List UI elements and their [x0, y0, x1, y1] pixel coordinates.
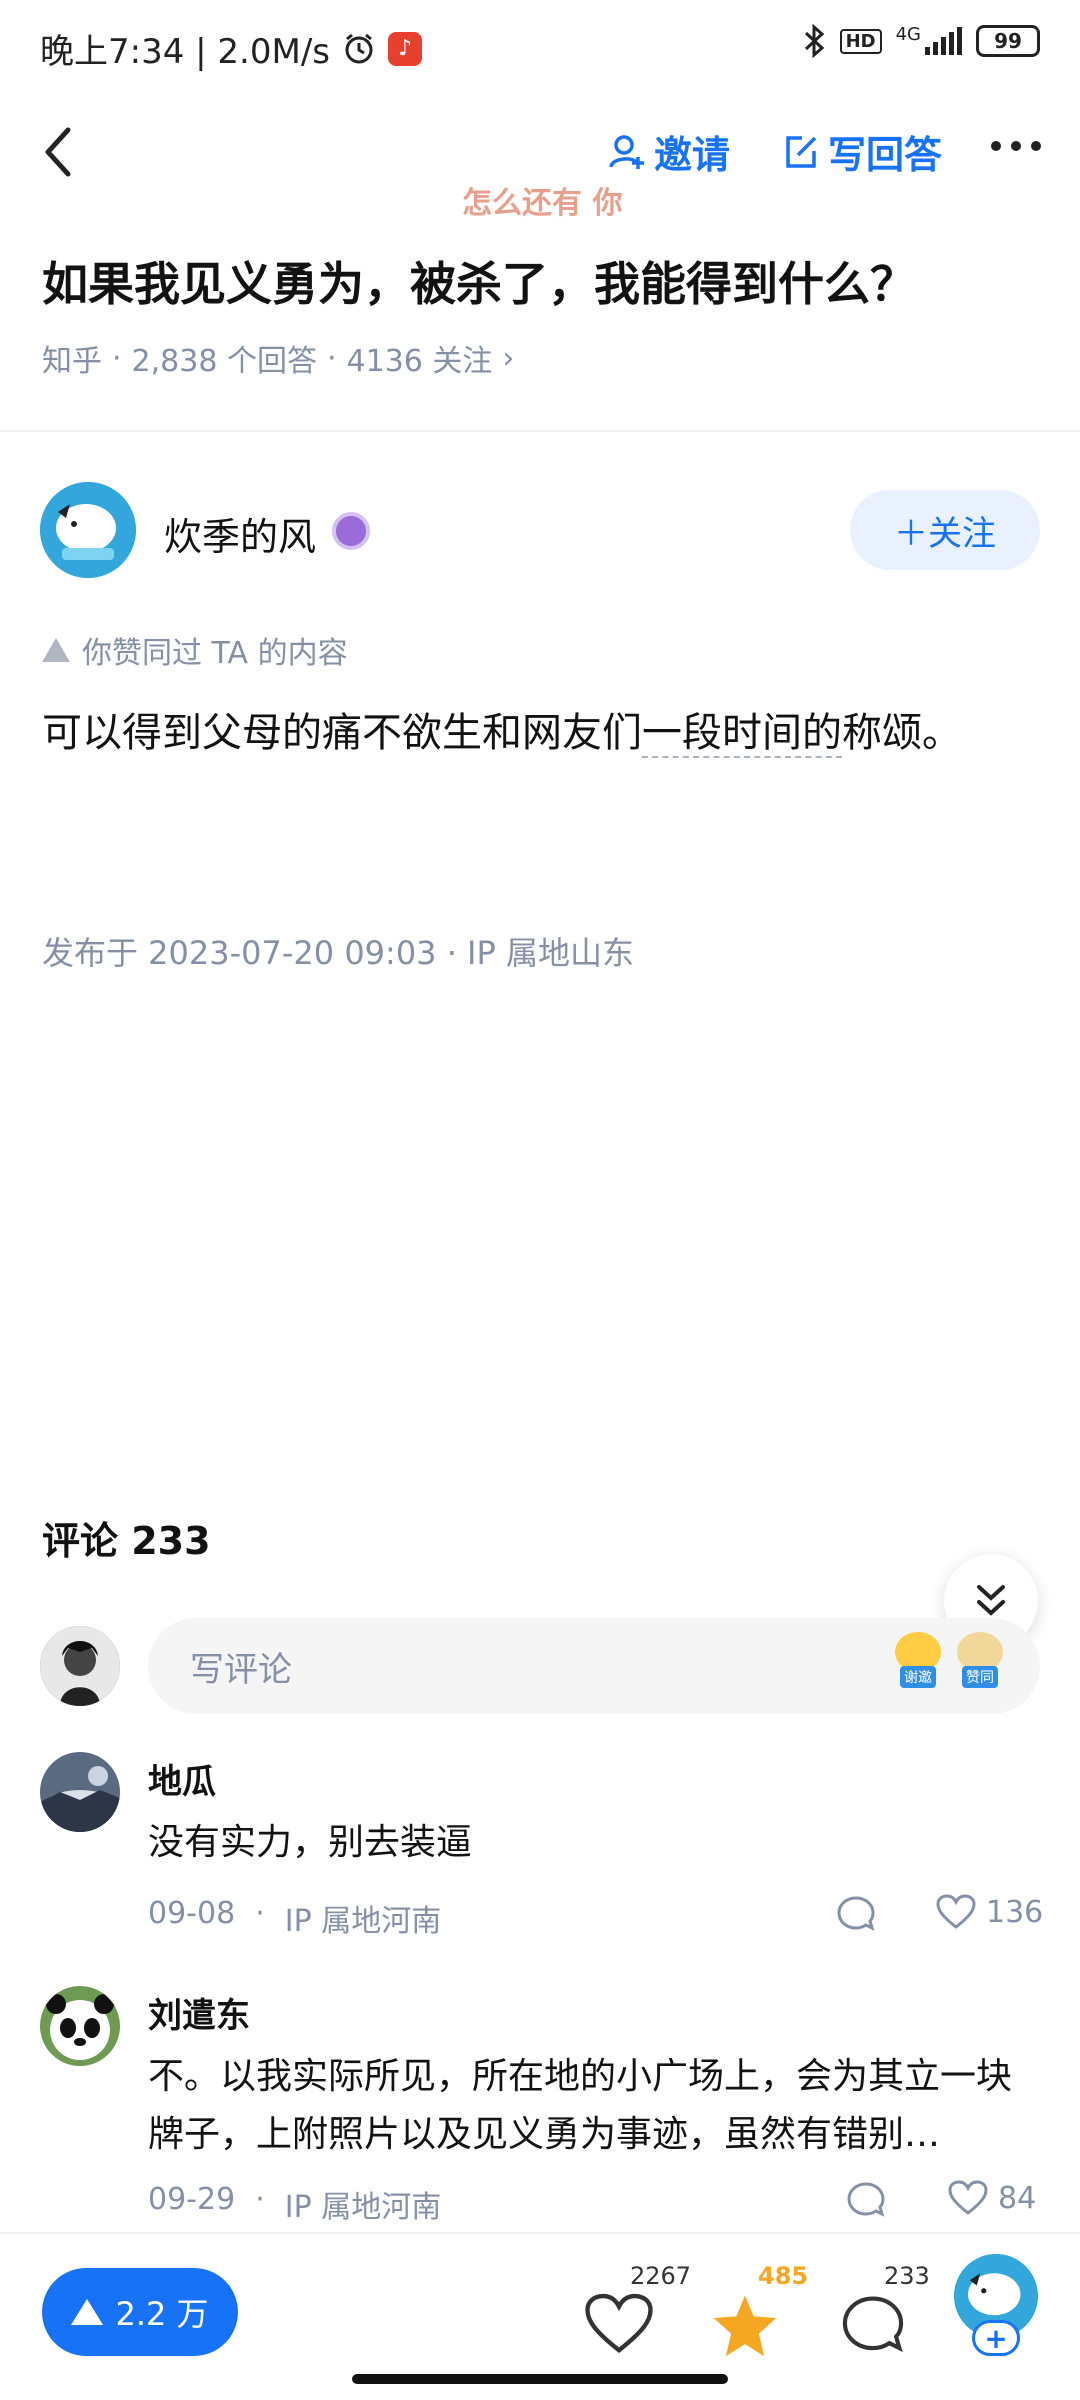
comment-bubble-icon	[842, 2296, 904, 2353]
network-type: 4G	[895, 23, 921, 45]
battery-level: 99	[994, 29, 1022, 53]
author-avatar[interactable]	[40, 482, 136, 578]
more-icon[interactable]	[990, 136, 1042, 156]
comment-text: 没有实力，别去装逼	[148, 1822, 473, 1863]
liked-hint-text: 你赞同过 TA 的内容	[82, 636, 348, 671]
commenter-name[interactable]: 地瓜	[148, 1754, 216, 1803]
like-button[interactable]: 2267	[578, 2262, 692, 2374]
answer-text-part1: 可以得到父母的痛不欲生和网友们	[42, 710, 642, 756]
chevron-right-icon: ›	[502, 340, 515, 376]
comment-input-placeholder: 写评论	[190, 1649, 292, 1690]
comment-item[interactable]: 刘遣东 不。以我实际所见，所在地的小广场上，会为其立一块牌子，上附照片以及见义勇…	[40, 1986, 1040, 2226]
comment-like-button[interactable]: 136	[936, 1894, 1043, 1930]
follow-button[interactable]: ＋关注	[850, 490, 1040, 570]
comments-header: 评论 233	[42, 1519, 211, 1563]
invite-button[interactable]: 邀请	[608, 124, 730, 179]
home-indicator[interactable]	[352, 2374, 728, 2384]
signal-icon	[925, 27, 962, 55]
follow-label: ＋关注	[894, 513, 996, 554]
commenter-avatar[interactable]	[40, 1986, 120, 2066]
upvote-count: 2.2 万	[115, 2295, 209, 2333]
author-name[interactable]: 炊季的风	[164, 506, 316, 561]
reply-icon[interactable]	[846, 2180, 886, 2220]
status-bar: 晚上7:34 | 2.0M/s ♪ HD 4G 99	[0, 0, 1080, 92]
comment-date: 09-08	[148, 1896, 236, 1931]
author-row: 炊季的风 ＋关注	[40, 482, 1040, 578]
scroll-hint-overlay: 怎么还有 你	[462, 186, 623, 221]
comment-meta: 09-08 · IP 属地河南	[148, 1896, 442, 1939]
comment-input-row: 写评论 谢邀 赞同	[40, 1618, 1040, 1714]
publish-info: 发布于 2023-07-20 09:03 · IP 属地山东	[42, 934, 634, 972]
reply-icon[interactable]	[836, 1894, 876, 1934]
commenter-avatar[interactable]	[40, 1752, 120, 1832]
bluetooth-icon	[804, 24, 824, 58]
edit-icon	[786, 135, 817, 168]
follow-count: 4136 关注	[346, 344, 493, 379]
comment-item[interactable]: 地瓜 没有实力，别去装逼 09-08 · IP 属地河南 136	[40, 1752, 1043, 1952]
status-time: 晚上7:34 | 2.0M/s	[40, 32, 330, 72]
double-chevron-down-icon	[977, 1585, 1005, 1616]
alarm-icon	[345, 33, 373, 63]
follow-plus-icon[interactable]: +	[972, 2320, 1020, 2356]
music-app-icon: ♪	[388, 31, 422, 66]
emoji-agree-button[interactable]: 赞同	[954, 1632, 1006, 1698]
like-count: 2267	[630, 2262, 692, 2290]
favorite-count: 485	[758, 2262, 809, 2290]
favorite-button[interactable]: 485	[706, 2262, 816, 2374]
invite-user-icon	[609, 134, 644, 169]
comment-ip: IP 属地河南	[284, 1904, 442, 1939]
upvote-icon	[71, 2299, 104, 2325]
answer-text-part2: 称颂。	[842, 710, 962, 756]
question-meta[interactable]: 知乎 · 2,838 个回答 · 4136 关注 ›	[42, 336, 514, 380]
write-answer-label: 写回答	[828, 133, 943, 177]
comment-like-count: 84	[998, 2180, 1037, 2216]
back-icon[interactable]	[36, 122, 86, 182]
my-avatar[interactable]	[40, 1626, 120, 1706]
upvote-button[interactable]: 2.2 万	[42, 2268, 238, 2356]
comment-ip: IP 属地河南	[284, 2190, 442, 2225]
comment-like-button[interactable]: 84	[948, 2180, 1036, 2216]
heart-icon	[585, 2293, 653, 2354]
divider	[0, 430, 1080, 432]
hd-indicator: HD	[839, 28, 882, 54]
heart-icon	[948, 2180, 988, 2215]
comment-like-count: 136	[986, 1894, 1044, 1930]
write-answer-button[interactable]: 写回答	[782, 124, 942, 179]
comment-text: 不。以我实际所见，所在地的小广场上，会为其立一块牌子，上附照片以及见义勇为事迹，…	[148, 2056, 1013, 2155]
question-source: 知乎	[42, 344, 102, 379]
commenter-name[interactable]: 刘遣东	[148, 1988, 250, 2037]
answer-count: 2,838 个回答	[131, 344, 317, 379]
comment-date: 09-29	[148, 2182, 236, 2217]
battery-icon: 99	[976, 25, 1040, 57]
liked-hint: 你赞同过 TA 的内容	[42, 628, 348, 672]
author-badge-icon	[332, 512, 370, 550]
heart-icon	[936, 1894, 976, 1929]
invite-label: 邀请	[654, 133, 731, 177]
comment-meta: 09-29 · IP 属地河南	[148, 2182, 442, 2225]
comment-button[interactable]: 233	[834, 2262, 944, 2374]
question-title[interactable]: 如果我见义勇为，被杀了，我能得到什么？	[42, 248, 916, 314]
answer-text-highlight[interactable]: 一段时间的	[642, 710, 842, 758]
star-icon	[713, 2295, 777, 2357]
answer-text: 可以得到父母的痛不欲生和网友们一段时间的称颂。	[42, 700, 1002, 766]
upvote-triangle-icon	[42, 638, 70, 662]
comment-count: 233	[884, 2262, 930, 2290]
emoji-thanks-button[interactable]: 谢邀	[892, 1632, 944, 1698]
